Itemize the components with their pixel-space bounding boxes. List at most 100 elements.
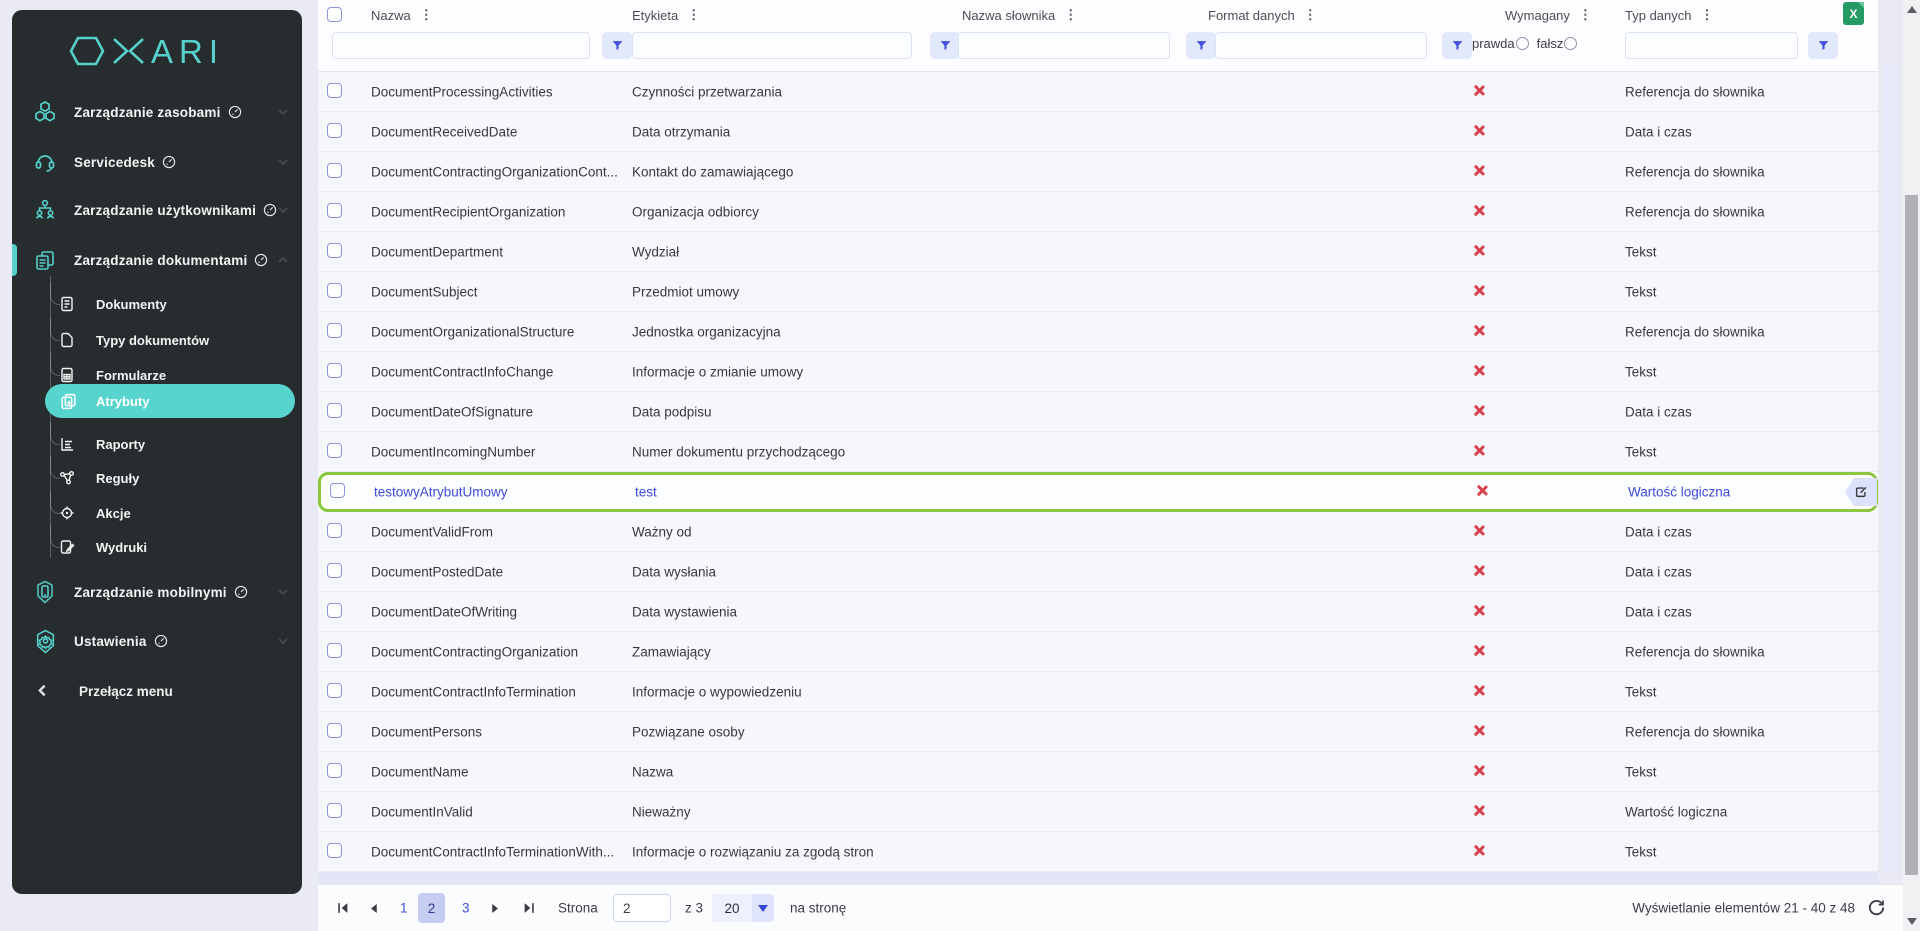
- page-current[interactable]: 2: [418, 893, 445, 923]
- sidebar-item-servicedesk[interactable]: Servicedesk: [12, 144, 302, 180]
- row-checkbox[interactable]: [327, 83, 342, 98]
- table-row[interactable]: DocumentIncomingNumber Numer dokumentu p…: [318, 432, 1878, 472]
- table-row[interactable]: DocumentDepartment Wydział Tekst: [318, 232, 1878, 272]
- page-number-input[interactable]: [613, 894, 671, 922]
- first-page-button[interactable]: [332, 897, 354, 919]
- row-checkbox[interactable]: [327, 363, 342, 378]
- next-page-button[interactable]: [484, 897, 506, 919]
- row-checkbox[interactable]: [327, 443, 342, 458]
- grid-vertical-scrollbar[interactable]: [1884, 64, 1899, 872]
- radio-falsz[interactable]: [1564, 37, 1577, 50]
- row-checkbox[interactable]: [327, 523, 342, 538]
- row-checkbox[interactable]: [327, 243, 342, 258]
- filter-button-typ-danych[interactable]: [1808, 32, 1838, 59]
- row-checkbox[interactable]: [327, 643, 342, 658]
- column-header-typ-danych[interactable]: Typ danych ⋮: [1625, 0, 1714, 30]
- column-menu-icon[interactable]: ⋮: [1304, 7, 1317, 23]
- sidebar-item-wydruki[interactable]: Wydruki: [12, 531, 302, 563]
- table-row[interactable]: testowyAtrybutUmowy test Wartość logiczn…: [318, 472, 1878, 512]
- select-all-checkbox[interactable]: [327, 7, 342, 22]
- chevron-down-icon[interactable]: [277, 204, 289, 216]
- table-row[interactable]: DocumentContractInfoChange Informacje o …: [318, 352, 1878, 392]
- column-menu-icon[interactable]: ⋮: [420, 7, 433, 23]
- column-header-nazwa-slownika[interactable]: Nazwa słownika ⋮: [962, 0, 1077, 30]
- table-row[interactable]: DocumentContractInfoTerminationWith... I…: [318, 832, 1878, 872]
- sidebar-item-dokumenty[interactable]: Dokumenty: [12, 288, 302, 320]
- filter-input-format-danych[interactable]: [1215, 32, 1427, 59]
- row-checkbox[interactable]: [327, 603, 342, 618]
- row-checkbox[interactable]: [327, 843, 342, 858]
- sidebar-item-atrybuty[interactable]: Atrybuty: [45, 384, 295, 418]
- filter-button-nazwa-slownika[interactable]: [1186, 32, 1216, 59]
- table-row[interactable]: DocumentName Nazwa Tekst: [318, 752, 1878, 792]
- column-header-nazwa[interactable]: Nazwa ⋮: [371, 0, 433, 30]
- filter-input-nazwa-slownika[interactable]: [958, 32, 1170, 59]
- column-menu-icon[interactable]: ⋮: [1701, 7, 1714, 23]
- chevron-down-icon[interactable]: [277, 156, 289, 168]
- table-row[interactable]: DocumentSubject Przedmiot umowy Tekst: [318, 272, 1878, 312]
- grid-horizontal-scrollbar[interactable]: [318, 872, 1878, 884]
- export-excel-icon[interactable]: X: [1843, 2, 1864, 25]
- table-row[interactable]: DocumentReceivedDate Data otrzymania Dat…: [318, 112, 1878, 152]
- row-checkbox[interactable]: [330, 483, 345, 498]
- page-link-1[interactable]: 1: [400, 901, 408, 916]
- row-checkbox[interactable]: [327, 763, 342, 778]
- row-checkbox[interactable]: [327, 723, 342, 738]
- table-row[interactable]: DocumentContractInfoTermination Informac…: [318, 672, 1878, 712]
- previous-page-button[interactable]: [362, 897, 384, 919]
- chevron-up-icon[interactable]: [277, 254, 289, 266]
- sidebar-item-typy-dokumentow[interactable]: Typy dokumentów: [12, 324, 302, 356]
- refresh-icon[interactable]: [1867, 898, 1887, 918]
- scrollbar-thumb[interactable]: [1905, 195, 1918, 875]
- sidebar-item-reguly[interactable]: Reguły: [12, 462, 302, 494]
- chevron-down-icon[interactable]: [277, 106, 289, 118]
- filter-button-format-danych[interactable]: [1442, 32, 1472, 59]
- table-row[interactable]: DocumentRecipientOrganization Organizacj…: [318, 192, 1878, 232]
- table-row[interactable]: DocumentPostedDate Data wysłania Data i …: [318, 552, 1878, 592]
- row-checkbox[interactable]: [327, 123, 342, 138]
- column-header-etykieta[interactable]: Etykieta ⋮: [632, 0, 700, 30]
- row-checkbox[interactable]: [327, 563, 342, 578]
- table-row[interactable]: DocumentDateOfSignature Data podpisu Dat…: [318, 392, 1878, 432]
- row-checkbox[interactable]: [327, 323, 342, 338]
- collapse-menu-button[interactable]: Przełącz menu: [12, 674, 302, 708]
- filter-button-etykieta[interactable]: [930, 32, 960, 59]
- table-row[interactable]: DocumentValidFrom Ważny od Data i czas: [318, 512, 1878, 552]
- sidebar-item-zarzadzanie-dokumentami[interactable]: Zarządzanie dokumentami: [12, 242, 302, 278]
- scroll-down-icon[interactable]: [1907, 918, 1917, 925]
- table-row[interactable]: DocumentProcessingActivities Czynności p…: [318, 72, 1878, 112]
- column-header-format-danych[interactable]: Format danych ⋮: [1208, 0, 1317, 30]
- edit-icon[interactable]: [1845, 478, 1877, 506]
- column-menu-icon[interactable]: ⋮: [1064, 7, 1077, 23]
- page-link-3[interactable]: 3: [462, 901, 470, 916]
- column-menu-icon[interactable]: ⋮: [687, 7, 700, 23]
- row-checkbox[interactable]: [327, 283, 342, 298]
- column-header-wymagany[interactable]: Wymagany ⋮: [1505, 0, 1592, 30]
- last-page-button[interactable]: [518, 897, 540, 919]
- row-checkbox[interactable]: [327, 203, 342, 218]
- filter-button-nazwa[interactable]: [602, 32, 632, 59]
- table-row[interactable]: DocumentPersons Pozwiązane osoby Referen…: [318, 712, 1878, 752]
- table-row[interactable]: DocumentOrganizationalStructure Jednostk…: [318, 312, 1878, 352]
- table-row[interactable]: DocumentInValid Nieważny Wartość logiczn…: [318, 792, 1878, 832]
- filter-input-typ-danych[interactable]: [1625, 32, 1798, 59]
- sidebar-item-zarzadzanie-uzytkownikami[interactable]: Zarządzanie użytkownikami: [12, 192, 302, 228]
- page-scrollbar[interactable]: [1903, 0, 1920, 931]
- row-checkbox[interactable]: [327, 163, 342, 178]
- table-row[interactable]: DocumentContractingOrganizationCont... K…: [318, 152, 1878, 192]
- table-row[interactable]: DocumentDateOfWriting Data wystawienia D…: [318, 592, 1878, 632]
- sidebar-item-zarzadzanie-zasobami[interactable]: Zarządzanie zasobami: [12, 94, 302, 130]
- row-checkbox[interactable]: [327, 403, 342, 418]
- filter-input-etykieta[interactable]: [632, 32, 912, 59]
- scroll-up-icon[interactable]: [1907, 6, 1917, 13]
- chevron-down-icon[interactable]: [277, 635, 289, 647]
- row-checkbox[interactable]: [327, 683, 342, 698]
- sidebar-item-ustawienia[interactable]: Ustawienia: [12, 623, 302, 659]
- row-checkbox[interactable]: [327, 803, 342, 818]
- table-row[interactable]: DocumentContractingOrganization Zamawiaj…: [318, 632, 1878, 672]
- column-menu-icon[interactable]: ⋮: [1579, 7, 1592, 23]
- filter-input-nazwa[interactable]: [332, 32, 590, 59]
- page-size-select[interactable]: 20: [712, 894, 774, 922]
- chevron-down-icon[interactable]: [277, 586, 289, 598]
- sidebar-item-zarzadzanie-mobilnymi[interactable]: Zarządzanie mobilnymi: [12, 574, 302, 610]
